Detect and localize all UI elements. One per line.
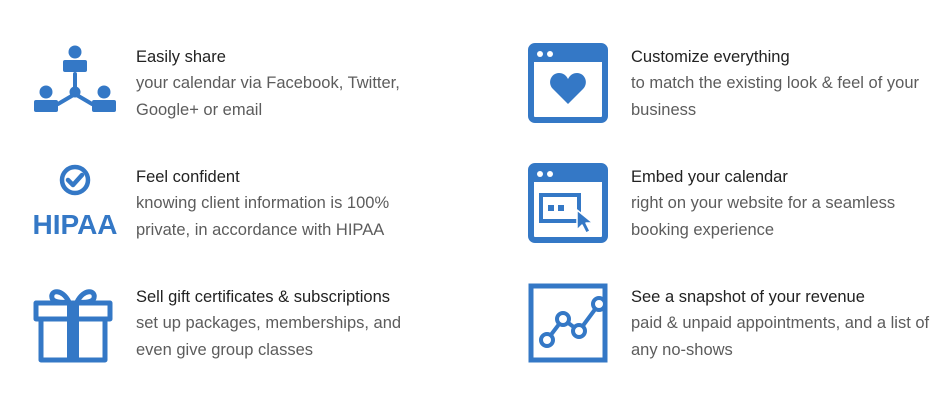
- feature-customize-everything: Customize everything to match the existi…: [527, 42, 939, 132]
- feature-title: Sell gift certificates & subscriptions: [136, 288, 391, 306]
- revenue-chart-icon: [527, 282, 613, 368]
- feature-title: Easily share: [136, 48, 226, 66]
- browser-heart-icon: [527, 42, 613, 128]
- feature-description: paid & unpaid appointments, and a list o…: [631, 314, 930, 359]
- feature-feel-confident: HIPAA Feel confident knowing client info…: [32, 162, 452, 252]
- feature-description: to match the existing look & feel of you…: [631, 74, 919, 119]
- feature-text: Sell gift certificates & subscriptions s…: [136, 286, 436, 364]
- feature-text: Feel confident knowing client informatio…: [136, 166, 436, 244]
- feature-text: Easily share your calendar via Facebook,…: [136, 46, 436, 124]
- feature-embed-calendar: Embed your calendar right on your websit…: [527, 162, 939, 252]
- feature-gift-certificates: Sell gift certificates & subscriptions s…: [32, 282, 452, 372]
- feature-description: right on your website for a seamless boo…: [631, 194, 896, 239]
- browser-embed-icon: [527, 162, 613, 248]
- feature-revenue-snapshot: See a snapshot of your revenue paid & un…: [527, 282, 939, 372]
- feature-title: See a snapshot of your revenue: [631, 288, 865, 306]
- feature-easily-share: Easily share your calendar via Facebook,…: [32, 42, 452, 132]
- feature-description: set up packages, memberships, and even g…: [136, 314, 402, 359]
- hipaa-label: HIPAA: [32, 209, 117, 240]
- feature-text: Customize everything to match the existi…: [631, 46, 931, 124]
- feature-description: knowing client information is 100% priva…: [136, 194, 390, 239]
- team-share-icon: [32, 42, 118, 128]
- feature-text: See a snapshot of your revenue paid & un…: [631, 286, 931, 364]
- feature-title: Feel confident: [136, 168, 240, 186]
- feature-title: Embed your calendar: [631, 168, 788, 186]
- feature-title: Customize everything: [631, 48, 790, 66]
- feature-description: your calendar via Facebook, Twitter, Goo…: [136, 74, 400, 119]
- hipaa-check-icon: HIPAA: [32, 162, 118, 248]
- feature-text: Embed your calendar right on your websit…: [631, 166, 931, 244]
- gift-icon: [32, 282, 118, 368]
